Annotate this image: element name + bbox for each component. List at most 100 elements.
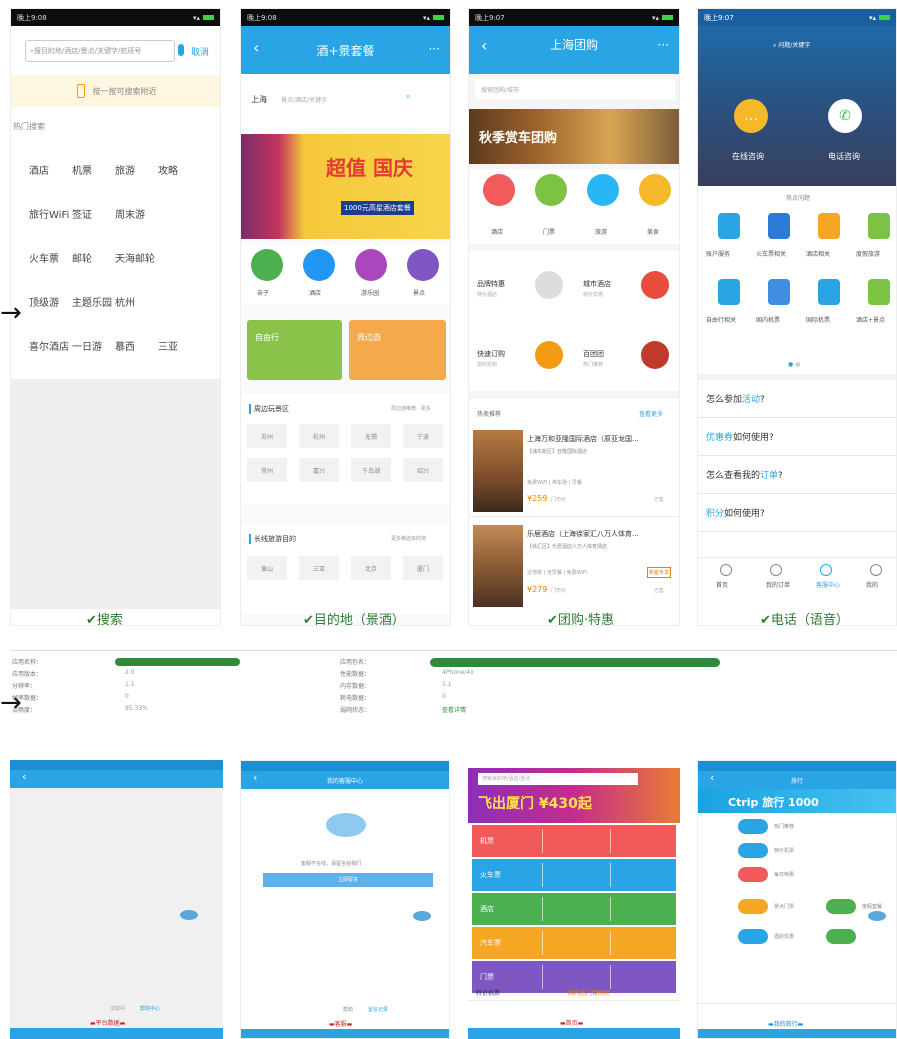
hotel-scene-icon[interactable]: [868, 279, 890, 305]
phone-consult-button[interactable]: 电话咨询: [828, 151, 860, 162]
service-row[interactable]: 汽车票: [472, 927, 676, 959]
travel-item-icon[interactable]: [826, 899, 856, 914]
train-icon[interactable]: [768, 213, 790, 239]
city-cell[interactable]: 黄山: [247, 556, 287, 580]
promo-title[interactable]: 品牌特惠: [477, 279, 505, 289]
autumn-banner[interactable]: 秋季赏车团购: [469, 109, 679, 164]
service-row[interactable]: 火车票: [472, 859, 676, 891]
travel-item-label[interactable]: 特价机票: [774, 847, 794, 854]
city-cell[interactable]: 常州: [247, 458, 287, 482]
city-cell[interactable]: 三亚: [299, 556, 339, 580]
more-icon[interactable]: ···: [429, 42, 440, 56]
travel-item-icon[interactable]: [738, 843, 768, 858]
promo-title[interactable]: 百团团: [583, 349, 604, 359]
online-consult-button[interactable]: 在线咨询: [732, 151, 764, 162]
back-icon[interactable]: ‹: [710, 771, 714, 784]
city-cell[interactable]: 嘉兴: [299, 458, 339, 482]
hot-keyword[interactable]: 一日游: [72, 338, 102, 353]
dest-input[interactable]: 景点/酒店/关键字: [281, 95, 327, 104]
phone-icon[interactable]: ✆: [828, 99, 862, 133]
hot-keyword[interactable]: 旅行WiFi: [29, 206, 69, 221]
more-icon[interactable]: ···: [658, 38, 669, 52]
tab-label[interactable]: 首页: [716, 580, 728, 589]
faq-item[interactable]: 怎么参加活动?: [698, 380, 896, 418]
travel-icon[interactable]: [587, 174, 619, 206]
vacation-icon[interactable]: [868, 213, 890, 239]
back-icon[interactable]: ‹: [481, 36, 487, 55]
service-row[interactable]: 酒店: [472, 893, 676, 925]
back-icon[interactable]: ‹: [22, 770, 26, 783]
footer-item[interactable]: 国内热门目的地: [568, 988, 610, 997]
help-link[interactable]: 帮助中心: [140, 1005, 160, 1012]
hot-keyword[interactable]: 慕西: [115, 338, 135, 353]
travel-item-label[interactable]: 景点门票: [774, 903, 794, 910]
travel-item-icon[interactable]: [826, 929, 856, 944]
travel-item-icon[interactable]: [738, 899, 768, 914]
hot-keyword[interactable]: 攻略: [158, 162, 178, 177]
travel-item-label[interactable]: 度假套餐: [862, 903, 882, 910]
hot-keyword[interactable]: 火车票: [29, 250, 59, 265]
ticket-icon[interactable]: [535, 174, 567, 206]
promo-banner[interactable]: 超值 国庆 1000元高星酒店套餐: [241, 134, 450, 239]
hot-keyword[interactable]: 周末游: [115, 206, 145, 221]
footer-item[interactable]: 特价机票: [476, 988, 500, 997]
hot-keyword[interactable]: 酒店: [29, 162, 49, 177]
promo-title[interactable]: 城市酒店: [583, 279, 611, 289]
section-more[interactable]: 更多精选目的地: [391, 535, 426, 542]
user-icon[interactable]: [870, 564, 882, 576]
card-nearby[interactable]: 周边游: [349, 320, 446, 380]
back-icon[interactable]: ‹: [253, 771, 257, 784]
nearby-banner[interactable]: 按一按可搜索附近: [11, 75, 220, 107]
section-more[interactable]: 查看更多: [639, 409, 663, 418]
travel-item-label[interactable]: 每日特惠: [774, 871, 794, 878]
records-link[interactable]: 留言记录: [368, 1006, 388, 1013]
hotel-icon[interactable]: [483, 174, 515, 206]
search-icon[interactable]: ⌕: [406, 92, 410, 102]
hot-keyword[interactable]: 邮轮: [72, 250, 92, 265]
city-cell[interactable]: 宁波: [403, 424, 443, 448]
faq-item[interactable]: 优惠券如何使用?: [698, 418, 896, 456]
home-icon[interactable]: [720, 564, 732, 576]
ferris-icon[interactable]: [355, 249, 387, 281]
service-row[interactable]: 机票: [472, 825, 676, 857]
leave-message-button[interactable]: 立即留言: [263, 873, 433, 887]
cancel-button[interactable]: 取消: [191, 45, 209, 58]
promo-title[interactable]: 快速订购: [477, 349, 505, 359]
search-input[interactable]: ⌕搜目的地/酒店/景点/关键字/航班号: [25, 40, 175, 62]
city-cell[interactable]: 无锡: [351, 424, 391, 448]
hot-keyword[interactable]: 签证: [72, 206, 92, 221]
card-free-travel[interactable]: 自由行: [247, 320, 342, 380]
headset-icon[interactable]: [820, 564, 832, 576]
city-cell[interactable]: 厦门: [403, 556, 443, 580]
back-icon[interactable]: ‹: [253, 38, 259, 57]
order-icon[interactable]: [770, 564, 782, 576]
hot-keyword[interactable]: 顶级游: [29, 294, 59, 309]
chat-icon[interactable]: …: [734, 99, 768, 133]
city-cell[interactable]: 苏州: [247, 424, 287, 448]
city-cell[interactable]: 千岛湖: [351, 458, 391, 482]
search-input[interactable]: 搜索团购/城市: [475, 79, 675, 99]
city-select[interactable]: 上海: [251, 94, 267, 105]
faq-item[interactable]: 怎么查看我的订单?: [698, 456, 896, 494]
detail-value[interactable]: 查看详情: [442, 705, 466, 714]
hot-keyword[interactable]: 天海邮轮: [115, 250, 155, 265]
travel-item-label[interactable]: 热门推荐: [774, 823, 794, 830]
plane-hotel-icon[interactable]: [303, 249, 335, 281]
hot-keyword[interactable]: 三亚: [158, 338, 178, 353]
account-icon[interactable]: [718, 213, 740, 239]
hot-keyword[interactable]: 主题乐园: [72, 294, 112, 309]
travel-item-label[interactable]: 酒店优惠: [774, 933, 794, 940]
hotel-item[interactable]: 上海万和亚隆国际酒店（原亚龙国... 【浦东新区】亚隆国际酒店 免费WiFi |…: [469, 424, 679, 517]
hot-keyword[interactable]: 杭州: [115, 294, 135, 309]
microphone-icon[interactable]: [407, 249, 439, 281]
search-input[interactable]: ⌕ 问题/关键字: [773, 40, 810, 50]
family-icon[interactable]: [251, 249, 283, 281]
food-icon[interactable]: [639, 174, 671, 206]
faq-item[interactable]: 积分如何使用?: [698, 494, 896, 532]
search-input[interactable]: 搜索目的地/酒店/景点: [478, 773, 638, 785]
travel-item-icon[interactable]: [738, 929, 768, 944]
plane-icon[interactable]: [818, 279, 840, 305]
hotel-item[interactable]: 乐居酒店（上海徐家汇八万人体育... 【徐汇区】乐居酒店八万人体育场店 近地铁 …: [469, 519, 679, 612]
hot-keyword[interactable]: 旅游: [115, 162, 135, 177]
travel-item-icon[interactable]: [738, 867, 768, 882]
